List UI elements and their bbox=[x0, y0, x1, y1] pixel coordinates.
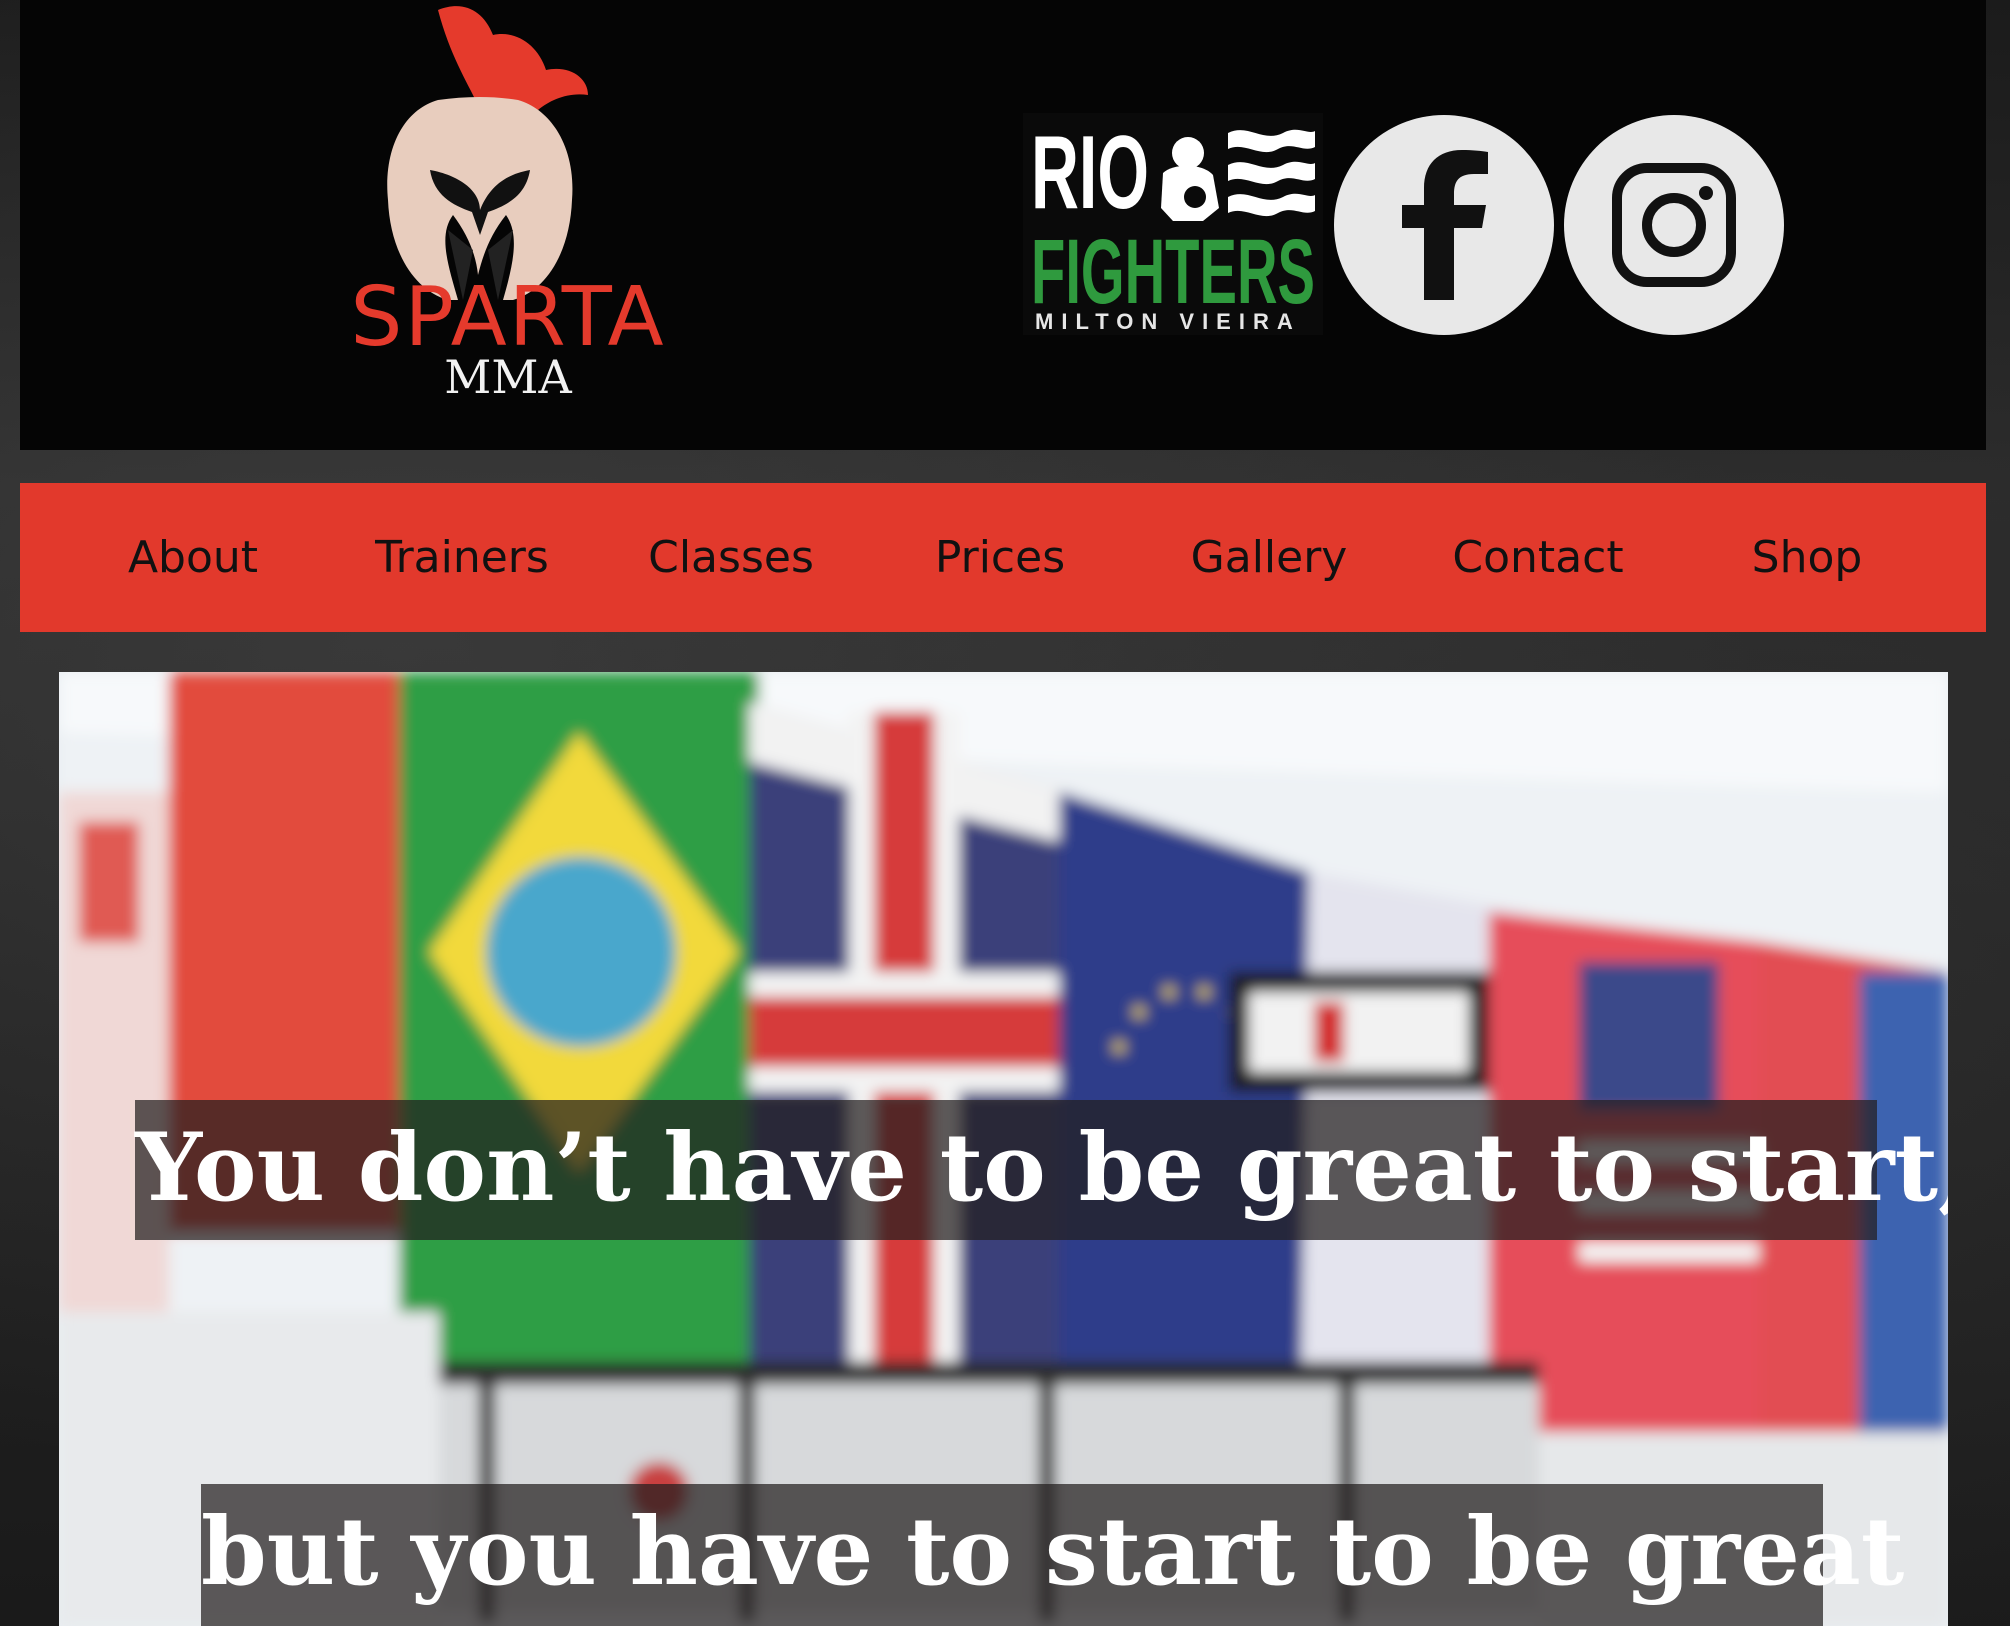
facebook-icon bbox=[1402, 150, 1488, 300]
partner-line3: MILTON VIEIRA bbox=[1035, 309, 1301, 334]
nav-item-shop[interactable]: Shop bbox=[1687, 483, 1927, 632]
site-header: SPARTA MMA RIO FIGHTERS MILTON VIEIRA bbox=[20, 0, 1986, 450]
nav-item-trainers[interactable]: Trainers bbox=[342, 483, 582, 632]
instagram-button[interactable] bbox=[1564, 115, 1784, 335]
hero-quote-line2: but you have to start to be great bbox=[201, 1484, 1904, 1626]
nav-item-gallery[interactable]: Gallery bbox=[1149, 483, 1389, 632]
rio-fighters-logo[interactable]: RIO FIGHTERS MILTON VIEIRA bbox=[1023, 113, 1323, 335]
facebook-button[interactable] bbox=[1334, 115, 1554, 335]
instagram-icon bbox=[1612, 163, 1736, 287]
rio-fighters-svg: RIO FIGHTERS MILTON VIEIRA bbox=[1031, 115, 1315, 334]
nav-item-prices[interactable]: Prices bbox=[880, 483, 1120, 632]
nav-item-classes[interactable]: Classes bbox=[611, 483, 851, 632]
main-nav: About Trainers Classes Prices Gallery Co… bbox=[20, 483, 1986, 632]
hero-banner: You don’t have to be great to start, but… bbox=[59, 672, 1948, 1626]
brand-subtitle: MMA bbox=[444, 350, 572, 404]
partner-line2: FIGHTERS bbox=[1031, 221, 1315, 323]
partner-line1: RIO bbox=[1031, 115, 1149, 231]
nav-item-contact[interactable]: Contact bbox=[1418, 483, 1658, 632]
nav-item-about[interactable]: About bbox=[73, 483, 313, 632]
fighter-icon bbox=[1161, 137, 1219, 221]
sparta-mma-logo[interactable]: SPARTA MMA bbox=[288, 0, 728, 410]
hero-quote-line1: You don’t have to be great to start, bbox=[135, 1100, 1948, 1240]
